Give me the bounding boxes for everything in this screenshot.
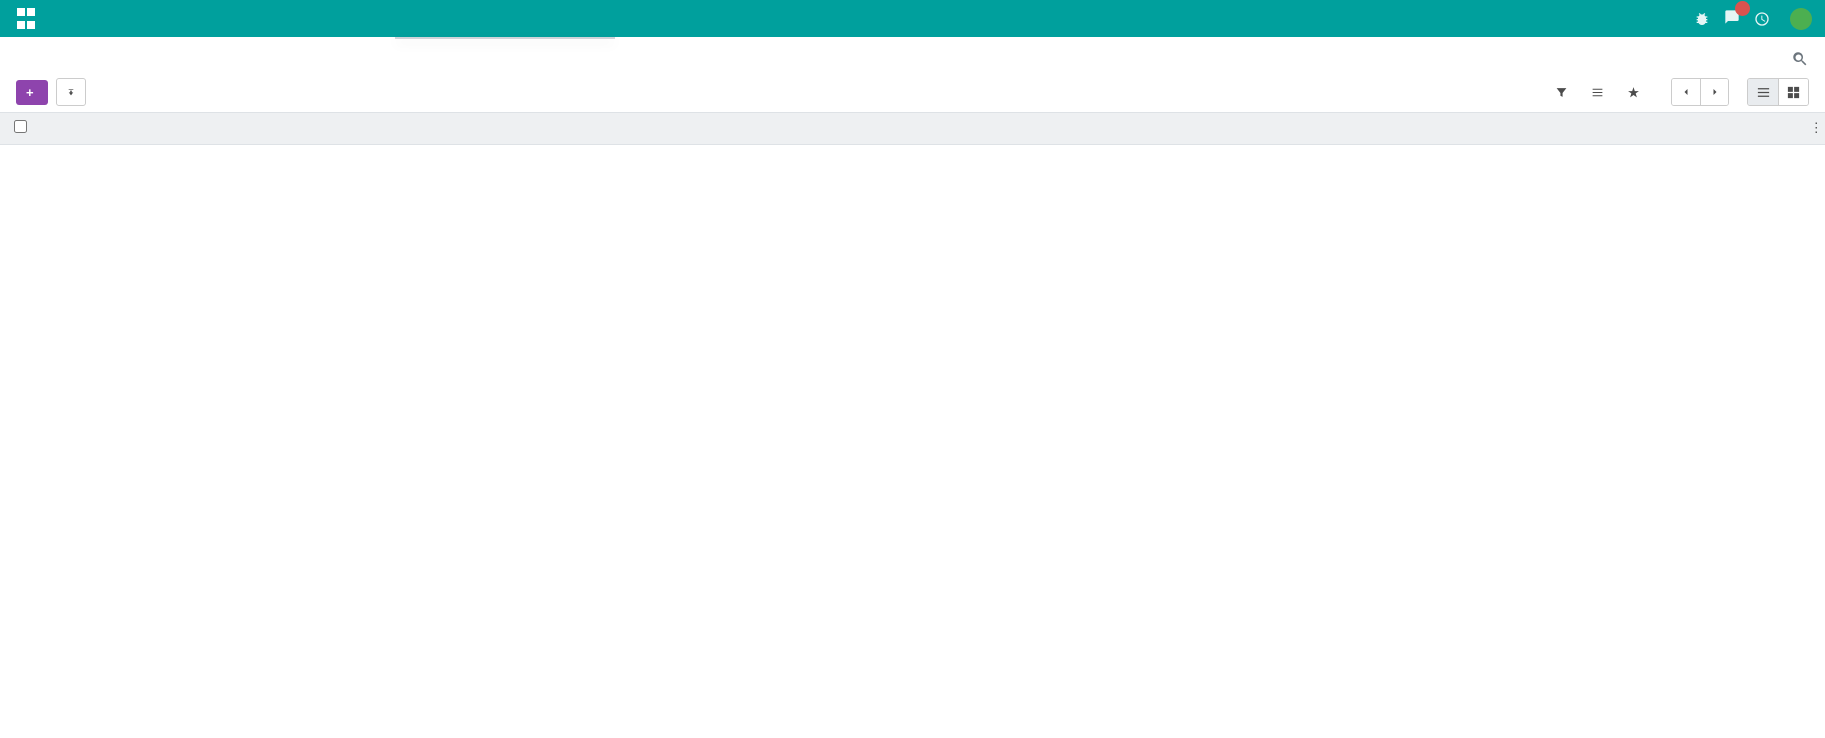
avatar — [1790, 8, 1812, 30]
list-view-button[interactable] — [1748, 79, 1778, 105]
filter-icon — [1555, 86, 1568, 99]
search-icon[interactable] — [1791, 50, 1809, 68]
download-icon — [67, 85, 75, 99]
star-icon — [1627, 86, 1640, 99]
clock-icon[interactable] — [1754, 11, 1770, 27]
view-switcher — [1747, 78, 1809, 106]
pager — [1663, 78, 1729, 106]
favorites-button[interactable] — [1627, 86, 1645, 99]
systray — [1694, 8, 1825, 30]
list-view-icon — [1756, 85, 1771, 100]
kanban-view-icon — [1786, 85, 1801, 100]
notif-badge — [1735, 1, 1750, 16]
list-icon — [1591, 86, 1604, 99]
top-navbar — [0, 0, 1825, 37]
pager-prev[interactable] — [1672, 79, 1700, 105]
table-header-row: ⋮ — [0, 113, 1825, 145]
header-symbol[interactable] — [251, 113, 437, 145]
bug-icon[interactable] — [1694, 11, 1710, 27]
select-all-checkbox[interactable] — [14, 120, 27, 133]
filters-button[interactable] — [1555, 86, 1573, 99]
chevron-right-icon — [1709, 86, 1721, 98]
header-current-rate[interactable] — [1535, 113, 1628, 145]
user-menu[interactable] — [1790, 8, 1820, 30]
create-button[interactable]: + — [16, 80, 48, 105]
plus-icon: + — [26, 85, 34, 100]
header-last-update[interactable] — [1145, 113, 1534, 145]
apps-icon[interactable] — [14, 7, 38, 31]
configuration-dropdown — [395, 37, 615, 39]
pager-next[interactable] — [1700, 79, 1728, 105]
kanban-view-button[interactable] — [1778, 79, 1808, 105]
currencies-table: ⋮ — [0, 113, 1825, 145]
search-options — [1555, 86, 1645, 99]
header-active[interactable] — [1627, 113, 1801, 145]
header-checkbox — [0, 113, 42, 145]
header-currency[interactable] — [42, 113, 251, 145]
header-name[interactable] — [437, 113, 1146, 145]
import-button[interactable] — [56, 78, 86, 106]
header-options[interactable]: ⋮ — [1802, 113, 1825, 145]
chevron-left-icon — [1680, 86, 1692, 98]
control-panel: + — [0, 37, 1825, 113]
search-input[interactable] — [1029, 47, 1791, 70]
messages-button[interactable] — [1724, 9, 1740, 29]
groupby-button[interactable] — [1591, 86, 1609, 99]
